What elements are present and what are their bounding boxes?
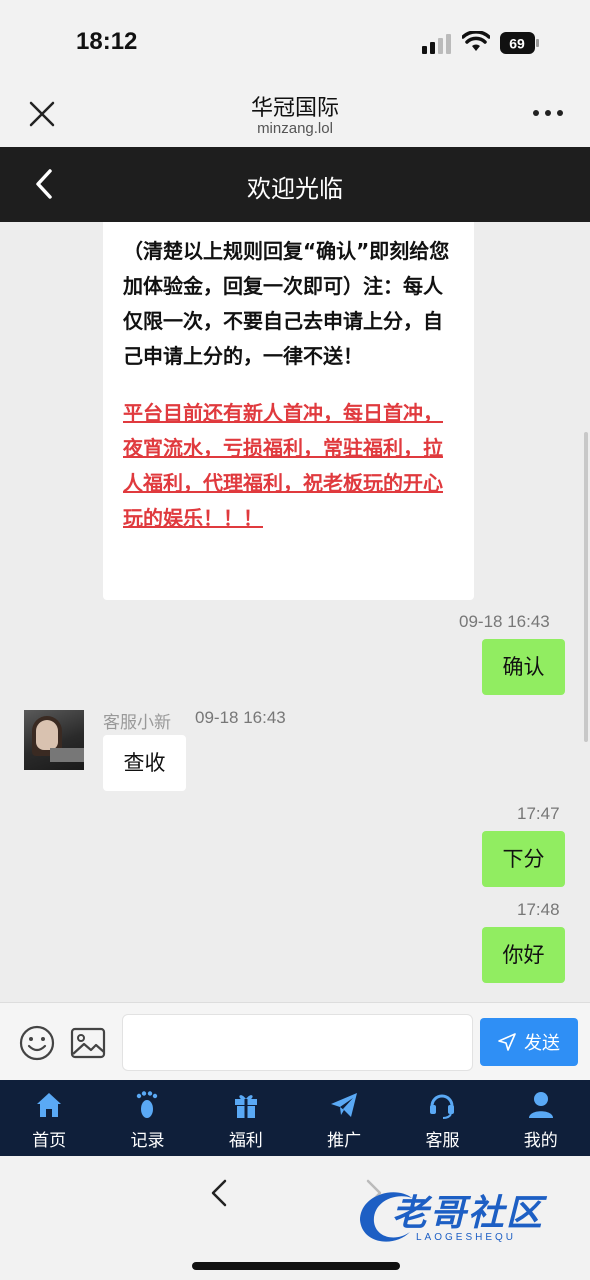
paper-plane-icon: [331, 1093, 358, 1117]
chat-nav-bar: 欢迎光临: [0, 147, 590, 222]
agent-avatar: [24, 710, 84, 770]
chat-title: 欢迎光临: [247, 175, 343, 203]
tab-promotion[interactable]: 推广: [295, 1080, 393, 1156]
site-title: 华冠国际: [250, 96, 339, 121]
send-button[interactable]: 发送: [480, 1018, 578, 1066]
cellular-signal-icon: [422, 34, 451, 54]
message-input[interactable]: [122, 1014, 473, 1071]
site-domain: minzang.lol: [257, 120, 333, 137]
more-options-icon[interactable]: [532, 108, 564, 118]
status-time: 18:12: [76, 28, 138, 55]
headset-icon: [430, 1094, 455, 1119]
browser-header: 华冠国际 minzang.lol: [0, 80, 590, 147]
bottom-tab-bar: 首页 记录 福利 推广 客服 我的: [0, 1080, 590, 1156]
sender-name: 客服小新: [103, 713, 171, 733]
chat-scrollbar[interactable]: [584, 432, 588, 742]
tab-label: 客服: [425, 1131, 460, 1151]
status-bar: 18:12 69: [0, 0, 590, 80]
emoji-icon[interactable]: [19, 1025, 55, 1061]
tab-label: 记录: [130, 1131, 165, 1151]
tab-home[interactable]: 首页: [0, 1080, 98, 1156]
tab-label: 推广: [327, 1131, 362, 1151]
wifi-icon: [462, 31, 490, 51]
tab-records[interactable]: 记录: [98, 1080, 196, 1156]
message-timestamp: 17:48: [517, 900, 560, 919]
watermark-logo: 老哥社区 LAOGESHEQU: [350, 1180, 580, 1250]
outgoing-message: 确认: [482, 639, 565, 695]
message-input-bar: 发送: [0, 1002, 590, 1080]
send-label: 发送: [524, 1033, 560, 1054]
tab-welfare[interactable]: 福利: [197, 1080, 295, 1156]
incoming-message: 查收: [103, 735, 186, 791]
watermark-subtext: LAOGESHEQU: [416, 1232, 517, 1243]
promo-text: 平台目前还有新人首冲，每日首冲，夜宵流水，亏损福利，常驻福利，拉人福利，代理福利…: [123, 401, 443, 530]
chat-area[interactable]: （清楚以上规则回复“确认”即刻给您加体验金，回复一次即可）注：每人仅限一次，不要…: [0, 222, 590, 1002]
tab-label: 我的: [523, 1131, 558, 1151]
user-icon: [528, 1092, 553, 1118]
send-icon: [498, 1033, 516, 1051]
tab-service[interactable]: 客服: [393, 1080, 491, 1156]
rules-text: （清楚以上规则回复“确认”即刻给您加体验金，回复一次即可）注：每人仅限一次，不要…: [123, 239, 450, 368]
watermark-text: 老哥社区: [392, 1193, 545, 1234]
tab-label: 首页: [32, 1131, 67, 1151]
footprint-icon: [137, 1091, 158, 1118]
gift-icon: [234, 1095, 257, 1118]
battery-level: 69: [509, 36, 525, 52]
image-icon[interactable]: [70, 1026, 106, 1060]
battery-icon: 69: [500, 32, 539, 54]
browser-back-icon[interactable]: [207, 1178, 231, 1208]
message-timestamp: 09-18 16:43: [459, 612, 550, 631]
outgoing-message: 下分: [482, 831, 565, 887]
rules-message: （清楚以上规则回复“确认”即刻给您加体验金，回复一次即可）注：每人仅限一次，不要…: [103, 222, 474, 600]
message-timestamp: 17:47: [517, 804, 560, 823]
tab-label: 福利: [228, 1131, 263, 1151]
home-indicator[interactable]: [192, 1262, 400, 1270]
tab-profile[interactable]: 我的: [492, 1080, 590, 1156]
outgoing-message: 你好: [482, 927, 565, 983]
sender-timestamp: 09-18 16:43: [195, 708, 286, 727]
home-icon: [37, 1093, 62, 1117]
